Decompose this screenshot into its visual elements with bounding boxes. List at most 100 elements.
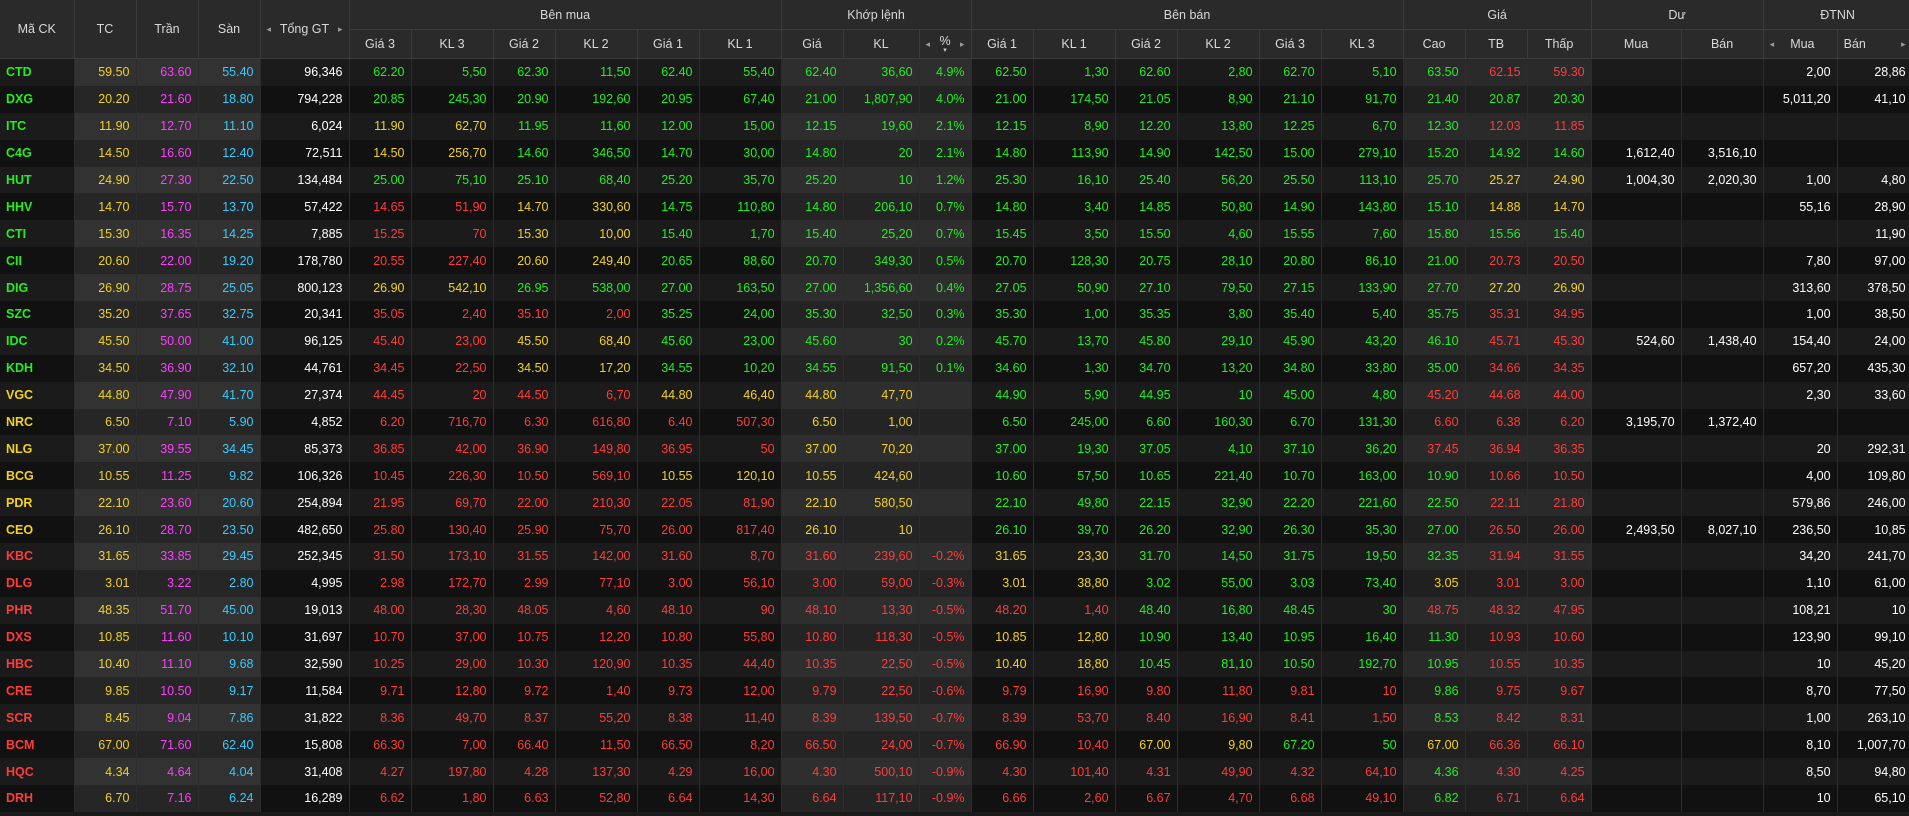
symbol-cell[interactable]: CEO — [0, 516, 75, 544]
symbol-cell[interactable]: HUT — [0, 166, 75, 194]
symbol-cell[interactable]: DXG — [0, 85, 75, 113]
symbol-cell[interactable]: BCG — [0, 462, 75, 490]
symbol-cell[interactable]: KDH — [0, 354, 75, 382]
symbol-cell[interactable]: DLG — [0, 569, 75, 597]
table-row[interactable]: PHR 48.35 51.70 45.00 19,013 48.00 28,30 48.05 4… — [0, 596, 1909, 624]
symbol-cell[interactable]: C4G — [0, 139, 75, 167]
symbol-cell[interactable]: NLG — [0, 435, 75, 463]
ask-vol-3-cell: 163,00 — [1321, 462, 1404, 490]
table-row[interactable]: ITC 11.90 12.70 11.10 6,024 11.90 62,70 11.95 11… — [0, 112, 1909, 140]
table-row[interactable]: VGC 44.80 47.90 41.70 27,374 44.45 20 44.50 6,70… — [0, 381, 1909, 409]
ask-price-1-cell: 25.30 — [971, 166, 1034, 194]
symbol-cell[interactable]: CTI — [0, 220, 75, 248]
scroll-left-icon[interactable]: ◂ — [1770, 39, 1775, 50]
table-row[interactable]: DXG 20.20 21.60 18.80 794,228 20.85 245,30 20.9… — [0, 85, 1909, 113]
header-bid-vol-3[interactable]: KL 3 — [411, 29, 494, 59]
bid-vol-1-cell: 55,40 — [699, 58, 782, 86]
scroll-right-icon[interactable]: ▸ — [960, 39, 965, 50]
match-vol-cell: 25,20 — [843, 220, 920, 248]
table-row[interactable]: HQC 4.34 4.64 4.04 31,408 4.27 197,80 4.28 137,3… — [0, 758, 1909, 786]
scroll-right-icon[interactable]: ▸ — [1901, 39, 1906, 50]
header-ask-vol-2[interactable]: KL 2 — [1177, 29, 1260, 59]
table-row[interactable]: PDR 22.10 23.60 20.60 254,894 21.95 69,70 22.00… — [0, 489, 1909, 517]
scroll-left-icon[interactable]: ◂ — [267, 24, 272, 35]
header-ask-price-2[interactable]: Giá 2 — [1115, 29, 1178, 59]
header-bid-price-2[interactable]: Giá 2 — [493, 29, 556, 59]
symbol-cell[interactable]: HBC — [0, 650, 75, 678]
header-total[interactable]: ◂ Tổng GT ▸ — [260, 0, 350, 59]
bid-price-3-cell: 21.95 — [349, 489, 412, 517]
symbol-cell[interactable]: CTD — [0, 58, 75, 86]
header-low[interactable]: Thấp — [1527, 29, 1592, 59]
table-row[interactable]: HBC 10.40 11.10 9.68 32,590 10.25 29,00 10.30 12… — [0, 650, 1909, 678]
symbol-cell[interactable]: DIG — [0, 274, 75, 302]
table-row[interactable]: BCG 10.55 11.25 9.82 106,326 10.45 226,30 10.50… — [0, 462, 1909, 490]
table-row[interactable]: BCM 67.00 71.60 62.40 15,808 66.30 7,00 66.40 11… — [0, 731, 1909, 759]
symbol-cell[interactable]: NRC — [0, 408, 75, 436]
symbol-cell[interactable]: IDC — [0, 327, 75, 355]
header-ref[interactable]: TC — [74, 0, 137, 59]
table-row[interactable]: NRC 6.50 7.10 5.90 4,852 6.20 716,70 6.30 616,80… — [0, 408, 1909, 436]
table-row[interactable]: C4G 14.50 16.60 12.40 72,511 14.50 256,70 14.60… — [0, 139, 1909, 167]
header-bid-price-3[interactable]: Giá 3 — [349, 29, 412, 59]
table-row[interactable]: CRE 9.85 10.50 9.17 11,584 9.71 12,80 9.72 1,40 9… — [0, 677, 1909, 705]
table-row[interactable]: CEO 26.10 28.70 23.50 482,650 25.80 130,40 25.9… — [0, 516, 1909, 544]
foreign-sell-cell: 28,90 — [1837, 193, 1909, 221]
header-residual-buy[interactable]: Mua — [1591, 29, 1682, 59]
high-price-cell: 46.10 — [1403, 327, 1466, 355]
symbol-cell[interactable]: SZC — [0, 301, 75, 328]
ask-vol-3-cell: 5,10 — [1321, 58, 1404, 86]
high-price-cell: 25.70 — [1403, 166, 1466, 194]
symbol-cell[interactable]: ITC — [0, 112, 75, 140]
header-ask-vol-3[interactable]: KL 3 — [1321, 29, 1404, 59]
symbol-cell[interactable]: HQC — [0, 758, 75, 786]
table-row[interactable]: SZC 35.20 37.65 32.75 20,341 35.05 2,40 35.10 2,… — [0, 301, 1909, 328]
scroll-right-icon[interactable]: ▸ — [338, 24, 343, 35]
scroll-left-icon[interactable]: ◂ — [926, 39, 931, 50]
header-foreign-sell[interactable]: Bán ▸ — [1837, 29, 1909, 59]
table-row[interactable]: DLG 3.01 3.22 2.80 4,995 2.98 172,70 2.99 77,10 3… — [0, 569, 1909, 597]
symbol-cell[interactable]: PHR — [0, 596, 75, 624]
table-row[interactable]: CII 20.60 22.00 19.20 178,780 20.55 227,40 20.6… — [0, 247, 1909, 275]
symbol-cell[interactable]: PDR — [0, 489, 75, 517]
table-row[interactable]: IDC 45.50 50.00 41.00 96,125 45.40 23,00 45.50 6… — [0, 327, 1909, 355]
header-ask-vol-1[interactable]: KL 1 — [1033, 29, 1116, 59]
header-floor[interactable]: Sàn — [198, 0, 261, 59]
table-row[interactable]: HUT 24.90 27.30 22.50 134,484 25.00 75,10 25.10… — [0, 166, 1909, 194]
header-match-price[interactable]: Giá — [781, 29, 844, 59]
header-match-vol[interactable]: KL — [843, 29, 920, 59]
symbol-cell[interactable]: DXS — [0, 623, 75, 651]
header-ask-price-3[interactable]: Giá 3 — [1259, 29, 1322, 59]
symbol-cell[interactable]: CII — [0, 247, 75, 275]
symbol-cell[interactable]: DRH — [0, 785, 75, 812]
bid-vol-3-cell: 542,10 — [411, 274, 494, 302]
table-row[interactable]: NLG 37.00 39.55 34.45 85,373 36.85 42,00 36.90 1… — [0, 435, 1909, 463]
table-row[interactable]: CTI 15.30 16.35 14.25 7,885 15.25 70 15.30 10,00… — [0, 220, 1909, 248]
table-row[interactable]: CTD 59.50 63.60 55.40 96,346 62.20 5,50 62.30 11… — [0, 58, 1909, 86]
header-avg[interactable]: TB — [1465, 29, 1528, 59]
table-row[interactable]: DIG 26.90 28.75 25.05 800,123 26.90 542,10 26.9… — [0, 274, 1909, 302]
header-bid-vol-1[interactable]: KL 1 — [699, 29, 782, 59]
table-row[interactable]: DRH 6.70 7.16 6.24 16,289 6.62 1,80 6.63 52,80 6.… — [0, 785, 1909, 812]
symbol-cell[interactable]: KBC — [0, 543, 75, 570]
header-ask-price-1[interactable]: Giá 1 — [971, 29, 1034, 59]
header-symbol[interactable]: Mã CK — [0, 0, 75, 59]
header-residual-sell[interactable]: Bán — [1681, 29, 1764, 59]
table-row[interactable]: DXS 10.85 11.60 10.10 31,697 10.70 37,00 10.75 1… — [0, 623, 1909, 651]
floor-price-cell: 11.10 — [198, 112, 261, 140]
header-bid-price-1[interactable]: Giá 1 — [637, 29, 700, 59]
symbol-cell[interactable]: VGC — [0, 381, 75, 409]
header-high[interactable]: Cao — [1403, 29, 1466, 59]
header-foreign-buy[interactable]: ◂ Mua — [1763, 29, 1838, 59]
header-bid-vol-2[interactable]: KL 2 — [555, 29, 638, 59]
symbol-cell[interactable]: BCM — [0, 731, 75, 759]
symbol-cell[interactable]: SCR — [0, 704, 75, 732]
table-row[interactable]: KDH 34.50 36.90 32.10 44,761 34.45 22,50 34.50 1… — [0, 354, 1909, 382]
table-row[interactable]: SCR 8.45 9.04 7.86 31,822 8.36 49,70 8.37 55,20 8… — [0, 704, 1909, 732]
table-row[interactable]: HHV 14.70 15.70 13.70 57,422 14.65 51,90 14.70 3… — [0, 193, 1909, 221]
symbol-cell[interactable]: HHV — [0, 193, 75, 221]
header-match-pct[interactable]: ◂ % ▾ ▸ — [919, 29, 972, 59]
symbol-cell[interactable]: CRE — [0, 677, 75, 705]
header-ceiling[interactable]: Trần — [136, 0, 199, 59]
table-row[interactable]: KBC 31.65 33.85 29.45 252,345 31.50 173,10 31.5… — [0, 543, 1909, 570]
